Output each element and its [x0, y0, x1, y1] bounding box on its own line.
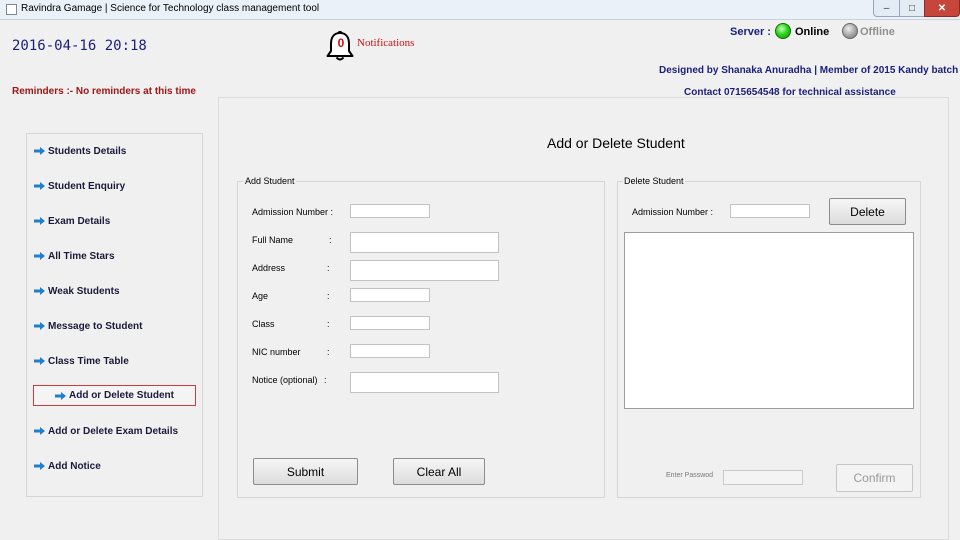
- delete-button[interactable]: Delete: [829, 198, 906, 225]
- notice-input[interactable]: [350, 372, 499, 393]
- notification-count: 0: [337, 36, 345, 50]
- online-status-indicator: [775, 23, 791, 39]
- arrow-right-icon: [34, 252, 45, 260]
- sidebar-item-label: All Time Stars: [48, 250, 115, 262]
- address-input[interactable]: [350, 260, 499, 281]
- full-name-colon: :: [329, 235, 332, 245]
- class-colon: :: [327, 319, 330, 329]
- sidebar-item-label: Class Time Table: [48, 355, 129, 367]
- window-title: Ravindra Gamage | Science for Technology…: [21, 3, 320, 14]
- notifications-label[interactable]: Notifications: [357, 37, 414, 49]
- close-button[interactable]: ✕: [924, 0, 960, 17]
- sidebar-item-label: Weak Students: [48, 285, 120, 297]
- sidebar-item-label: Exam Details: [48, 215, 111, 227]
- online-label: Online: [795, 26, 830, 38]
- sidebar-item-add-notice[interactable]: Add Notice: [34, 456, 101, 476]
- age-colon: :: [327, 291, 330, 301]
- admission-number-label: Admission Number :: [252, 207, 334, 217]
- clear-all-button[interactable]: Clear All: [393, 458, 485, 485]
- app-icon: [6, 4, 17, 15]
- arrow-right-icon: [54, 391, 66, 400]
- sidebar-item-student-enquiry[interactable]: Student Enquiry: [34, 176, 125, 196]
- sidebar-item-label: Message to Student: [48, 320, 143, 332]
- sidebar-item-label: Students Details: [48, 145, 127, 157]
- sidebar-item-label: Add Notice: [48, 460, 101, 472]
- add-student-group: [237, 181, 605, 498]
- sidebar-item-label: Add or Delete Student: [68, 390, 174, 401]
- arrow-right-icon: [34, 462, 45, 470]
- admission-number-input[interactable]: [350, 204, 430, 218]
- delete-admission-number-input[interactable]: [730, 204, 810, 218]
- arrow-right-icon: [34, 217, 45, 225]
- delete-student-group-title: Delete Student: [623, 176, 685, 186]
- class-input[interactable]: [350, 316, 430, 330]
- arrow-right-icon: [34, 322, 45, 330]
- arrow-right-icon: [34, 147, 45, 155]
- password-input[interactable]: [723, 470, 803, 485]
- nic-number-input[interactable]: [350, 344, 430, 358]
- notice-colon: :: [324, 375, 327, 385]
- nic-number-colon: :: [327, 347, 330, 357]
- sidebar-item-label: Student Enquiry: [48, 180, 126, 192]
- page-title: Add or Delete Student: [547, 135, 685, 151]
- password-label: Enter Passwod: [666, 472, 714, 479]
- address-colon: :: [327, 263, 330, 273]
- sidebar-item-label: Add or Delete Exam Details: [48, 425, 179, 437]
- sidebar-item-exam-details[interactable]: Exam Details: [34, 211, 110, 231]
- notice-label: Notice (optional): [252, 375, 318, 385]
- sidebar-item-message-to-student[interactable]: Message to Student: [34, 316, 142, 336]
- nic-number-label: NIC number: [252, 347, 301, 357]
- arrow-right-icon: [34, 287, 45, 295]
- age-input[interactable]: [350, 288, 430, 302]
- address-label: Address: [252, 263, 286, 273]
- designed-by-text: Designed by Shanaka Anuradha | Member of…: [659, 65, 959, 76]
- offline-label: Offline: [860, 26, 895, 38]
- server-label: Server :: [730, 26, 771, 38]
- sidebar-item-all-time-stars[interactable]: All Time Stars: [34, 246, 115, 266]
- reminders-text: Reminders :- No reminders at this time: [12, 86, 196, 97]
- minimize-button[interactable]: –: [873, 0, 900, 17]
- full-name-input[interactable]: [350, 232, 499, 253]
- datetime-display: 2016-04-16 20:18: [12, 38, 147, 54]
- sidebar-item-add-or-delete-exam-details[interactable]: Add or Delete Exam Details: [34, 421, 178, 441]
- sidebar-item-class-time-table[interactable]: Class Time Table: [34, 351, 129, 371]
- maximize-button[interactable]: □: [899, 0, 925, 17]
- delete-admission-number-label: Admission Number :: [632, 207, 714, 217]
- class-label: Class: [252, 319, 275, 329]
- offline-status-indicator: [842, 23, 858, 39]
- full-name-label: Full Name: [252, 235, 294, 245]
- sidebar-item-weak-students[interactable]: Weak Students: [34, 281, 120, 301]
- student-details-list[interactable]: [624, 232, 914, 409]
- arrow-right-icon: [34, 357, 45, 365]
- sidebar-item-students-details[interactable]: Students Details: [34, 141, 126, 161]
- add-student-group-title: Add Student: [244, 176, 296, 186]
- confirm-button[interactable]: Confirm: [836, 464, 913, 492]
- arrow-right-icon: [34, 427, 45, 435]
- submit-button[interactable]: Submit: [253, 458, 358, 485]
- sidebar-item-add-or-delete-student[interactable]: Add or Delete Student: [33, 385, 196, 406]
- arrow-right-icon: [34, 182, 45, 190]
- age-label: Age: [252, 291, 269, 301]
